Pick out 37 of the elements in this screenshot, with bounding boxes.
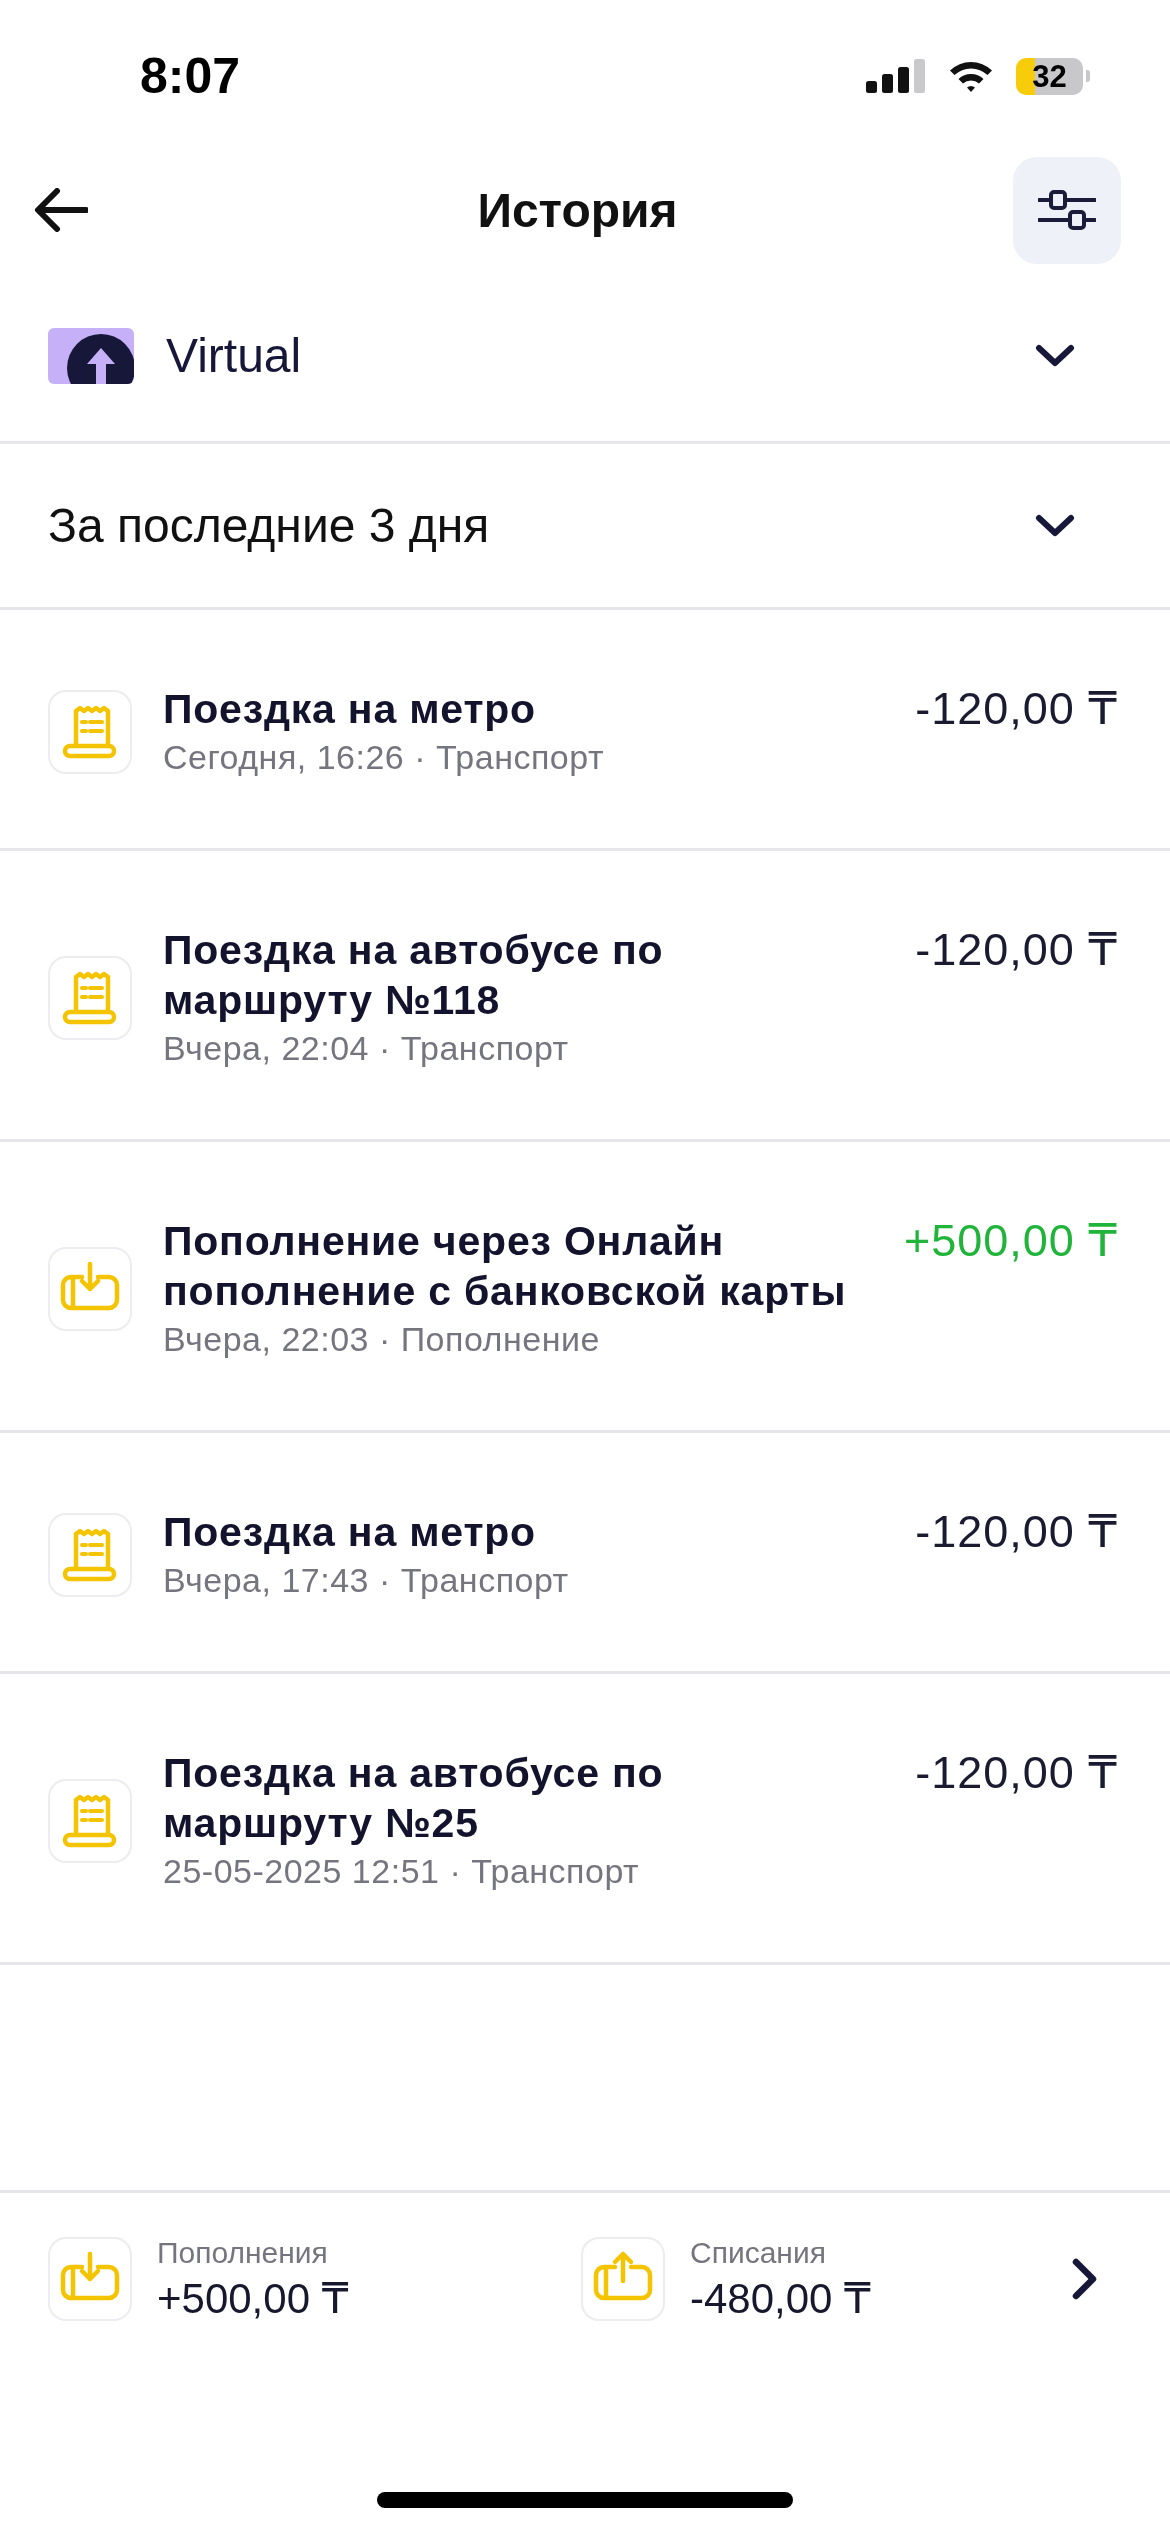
receipt-icon	[48, 956, 132, 1040]
summary-amount: +500,00 ₸	[157, 2274, 349, 2324]
receipt-icon	[48, 1779, 132, 1863]
receipt-icon	[48, 1513, 132, 1597]
status-time: 8:07	[140, 51, 241, 101]
back-arrow-icon[interactable]	[34, 188, 88, 232]
transaction-amount: -120,00 ₸	[915, 925, 1118, 975]
transaction-amount: -120,00 ₸	[915, 1748, 1118, 1798]
summary-amount: -480,00 ₸	[690, 2274, 871, 2324]
sliders-icon	[1038, 190, 1096, 230]
card-logo-icon	[48, 327, 134, 384]
screen-title: История	[477, 182, 678, 238]
transaction-title: Поездка на автобусе по маршруту №118	[163, 926, 665, 1025]
transaction-title: Поездка на метро	[163, 685, 537, 734]
signal-icon	[866, 59, 926, 93]
chevron-down-icon	[1035, 513, 1075, 538]
transaction-date-category: Сегодня, 16:26 · Транспорт	[163, 737, 605, 778]
summary-label: Списания	[690, 2235, 827, 2271]
transaction-date-category: Вчера, 22:04 · Транспорт	[163, 1028, 570, 1069]
transaction-date-category: 25-05-2025 12:51 · Транспорт	[163, 1851, 641, 1892]
transaction-amount: -120,00 ₸	[915, 684, 1118, 734]
tray-download-icon	[48, 2237, 132, 2321]
transaction-title: Поездка на метро	[163, 1508, 537, 1557]
receipt-icon	[48, 690, 132, 774]
chevron-down-icon	[1035, 343, 1075, 368]
summary-label: Пополнения	[157, 2235, 329, 2271]
transaction-amount: -120,00 ₸	[915, 1507, 1118, 1557]
filter-button[interactable]	[1013, 156, 1121, 264]
tray-download-icon	[48, 1247, 132, 1331]
transaction-date-category: Вчера, 17:43 · Транспорт	[163, 1560, 570, 1601]
transaction-amount: +500,00 ₸	[903, 1216, 1118, 1266]
transaction-title: Пополнение через Онлайн пополнение с банковской карты	[163, 1217, 848, 1316]
wifi-icon	[948, 59, 994, 93]
chevron-right-icon[interactable]	[1072, 2258, 1098, 2300]
tray-upload-icon	[581, 2237, 665, 2321]
transaction-title: Поездка на автобусе по маршруту №25	[163, 1749, 665, 1848]
transaction-date-category: Вчера, 22:03 · Пополнение	[163, 1319, 601, 1360]
